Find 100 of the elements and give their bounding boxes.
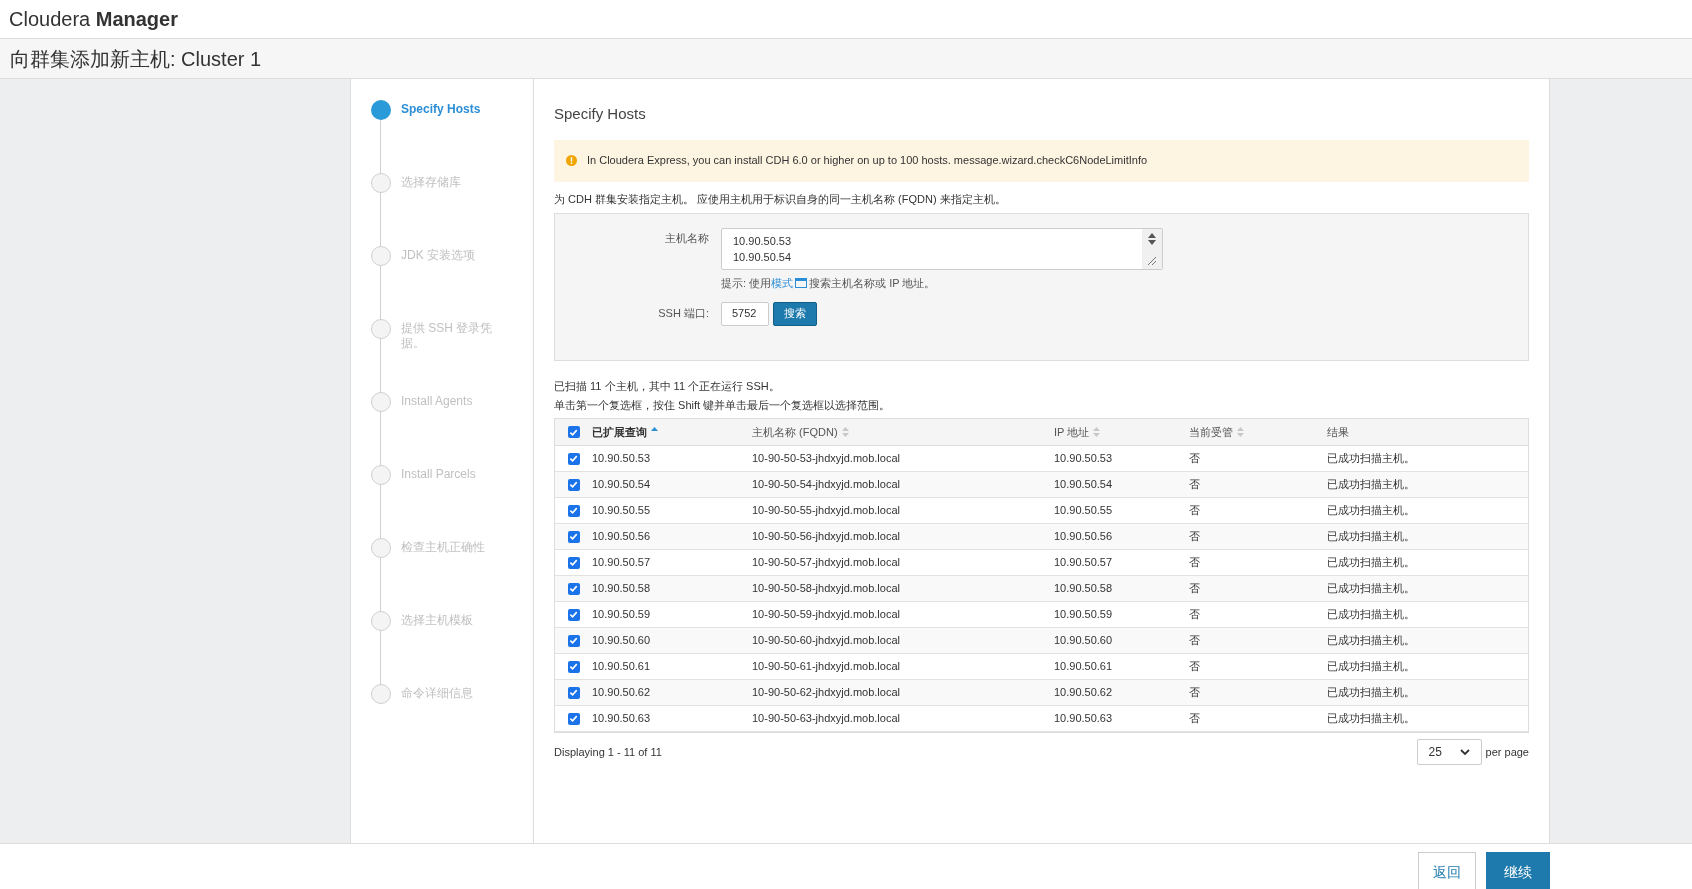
row-checkbox[interactable] <box>567 660 580 673</box>
table-cell: 已成功扫描主机。 <box>1327 712 1415 725</box>
table-cell: 10.90.50.58 <box>592 582 651 595</box>
column-header[interactable]: 主机名称 (FQDN) <box>752 423 838 441</box>
table-cell: 10.90.50.55 <box>592 504 651 517</box>
table-cell: 10-90-50-63-jhdxyjd.mob.local <box>752 712 900 725</box>
table-cell: 10.90.50.61 <box>1054 660 1113 673</box>
table-cell: 10.90.50.60 <box>592 634 651 647</box>
table-cell: 10-90-50-53-jhdxyjd.mob.local <box>752 452 900 465</box>
pattern-link[interactable]: 模式 <box>771 275 794 292</box>
table-cell: 已成功扫描主机。 <box>1327 686 1415 699</box>
pagination-summary: Displaying 1 - 11 of 11 <box>554 744 662 760</box>
step-label[interactable]: Specify Hosts <box>401 102 496 117</box>
table-cell: 10-90-50-55-jhdxyjd.mob.local <box>752 504 900 517</box>
row-checkbox[interactable] <box>567 608 580 621</box>
scan-summary: 已扫描 11 个主机，其中 11 个正在运行 SSH。 <box>554 379 781 394</box>
row-checkbox[interactable] <box>567 504 580 517</box>
table-cell: 10-90-50-61-jhdxyjd.mob.local <box>752 660 900 673</box>
table-cell: 10.90.50.54 <box>1054 478 1113 491</box>
column-header[interactable]: IP 地址 <box>1054 423 1090 441</box>
row-checkbox[interactable] <box>567 530 580 543</box>
hostname-line: 10.90.50.53 <box>733 234 793 249</box>
table-cell: 否 <box>1189 556 1200 569</box>
table-cell: 否 <box>1189 712 1200 725</box>
table-cell: 10.90.50.57 <box>1054 556 1113 569</box>
table-cell: 10-90-50-57-jhdxyjd.mob.local <box>752 556 900 569</box>
table-cell: 10.90.50.61 <box>592 660 651 673</box>
hostname-line: 10.90.50.54 <box>733 250 793 265</box>
table-cell: 否 <box>1189 530 1200 543</box>
table-cell: 10.90.50.63 <box>1054 712 1113 725</box>
chevron-down-icon <box>1459 749 1470 755</box>
description-text: 为 CDH 群集安装指定主机。 应使用主机用于标识自身的同一主机名称 (FQDN) 来指定主机。 <box>554 191 1007 207</box>
table-cell: 已成功扫描主机。 <box>1327 530 1415 543</box>
table-cell: 10.90.50.57 <box>592 556 651 569</box>
continue-button[interactable]: 继续 <box>1486 852 1550 889</box>
table-cell: 10.90.50.53 <box>592 452 651 465</box>
table-cell: 否 <box>1189 504 1200 517</box>
back-button[interactable]: 返回 <box>1418 852 1476 889</box>
table-cell: 10.90.50.58 <box>1054 582 1113 595</box>
field-label: SSH 端口: <box>657 306 710 322</box>
alert-text: In Cloudera Express, you can install CDH 6.0 or higher on up to 100 hosts. message.wizard.checkC6NodeLimitInfo <box>587 153 1148 169</box>
row-checkbox[interactable] <box>567 582 580 595</box>
field-label: 主机名称 <box>664 231 710 246</box>
row-checkbox[interactable] <box>567 712 580 725</box>
table-cell: 10.90.50.59 <box>592 608 651 621</box>
table-cell: 10.90.50.62 <box>1054 686 1113 699</box>
row-checkbox[interactable] <box>567 556 580 569</box>
row-checkbox[interactable] <box>567 426 580 438</box>
table-cell: 已成功扫描主机。 <box>1327 452 1415 465</box>
row-checkbox[interactable] <box>567 478 580 491</box>
table-cell: 10-90-50-59-jhdxyjd.mob.local <box>752 608 900 621</box>
page-title: 向群集添加新主机: Cluster 1 <box>10 46 262 72</box>
window-icon[interactable] <box>795 278 808 289</box>
table-cell: 否 <box>1189 582 1200 595</box>
page-size-select[interactable]: 25 <box>1416 739 1482 765</box>
ssh-port-field[interactable]: 5752 <box>721 301 769 326</box>
column-header[interactable]: 当前受管 <box>1189 423 1233 441</box>
hostname-textarea[interactable]: 10.90.50.53 10.90.50.54 <box>721 228 1163 270</box>
hint-text: 提示: 使用 <box>721 276 772 291</box>
table-cell: 10-90-50-54-jhdxyjd.mob.local <box>752 478 900 491</box>
table-cell: 否 <box>1189 478 1200 491</box>
row-checkbox[interactable] <box>567 634 580 647</box>
table-cell: 已成功扫描主机。 <box>1327 478 1415 491</box>
app-logo[interactable]: Cloudera Manager <box>9 4 178 34</box>
table-cell: 已成功扫描主机。 <box>1327 608 1415 621</box>
row-checkbox[interactable] <box>567 686 580 699</box>
row-checkbox[interactable] <box>567 452 580 465</box>
table-cell: 10-90-50-56-jhdxyjd.mob.local <box>752 530 900 543</box>
section-title: Specify Hosts <box>554 104 647 124</box>
table-cell: 否 <box>1189 634 1200 647</box>
table-cell: 已成功扫描主机。 <box>1327 660 1415 673</box>
table-cell: 10.90.50.56 <box>1054 530 1113 543</box>
table-cell: 10.90.50.63 <box>592 712 651 725</box>
hint-text: 搜索主机名称或 IP 地址。 <box>809 276 936 291</box>
column-header[interactable]: 结果 <box>1327 423 1349 441</box>
warning-icon <box>566 155 577 166</box>
table-cell: 已成功扫描主机。 <box>1327 556 1415 569</box>
table-cell: 10-90-50-62-jhdxyjd.mob.local <box>752 686 900 699</box>
table-cell: 已成功扫描主机。 <box>1327 504 1415 517</box>
table-cell: 否 <box>1189 686 1200 699</box>
table-cell: 10.90.50.53 <box>1054 452 1113 465</box>
spinner-icon[interactable] <box>1147 232 1157 246</box>
table-cell: 否 <box>1189 660 1200 673</box>
table-cell: 已成功扫描主机。 <box>1327 582 1415 595</box>
resize-handle-icon[interactable] <box>1147 256 1157 266</box>
selection-hint: 单击第一个复选框，按住 Shift 键并单击最后一个复选框以选择范围。 <box>554 397 892 413</box>
table-cell: 已成功扫描主机。 <box>1327 634 1415 647</box>
table-cell: 10-90-50-60-jhdxyjd.mob.local <box>752 634 900 647</box>
table-cell: 10.90.50.56 <box>592 530 651 543</box>
table-cell: 否 <box>1189 452 1200 465</box>
table-cell: 10.90.50.54 <box>592 478 651 491</box>
table-cell: 10.90.50.62 <box>592 686 651 699</box>
table-cell: 10.90.50.60 <box>1054 634 1113 647</box>
column-header[interactable]: 已扩展查询 <box>592 423 647 441</box>
table-cell: 否 <box>1189 608 1200 621</box>
table-cell: 10.90.50.59 <box>1054 608 1113 621</box>
table-cell: 10-90-50-58-jhdxyjd.mob.local <box>752 582 900 595</box>
table-cell: 10.90.50.55 <box>1054 504 1113 517</box>
search-button[interactable]: 搜索 <box>773 301 817 326</box>
per-page-label: per page <box>1485 744 1529 760</box>
